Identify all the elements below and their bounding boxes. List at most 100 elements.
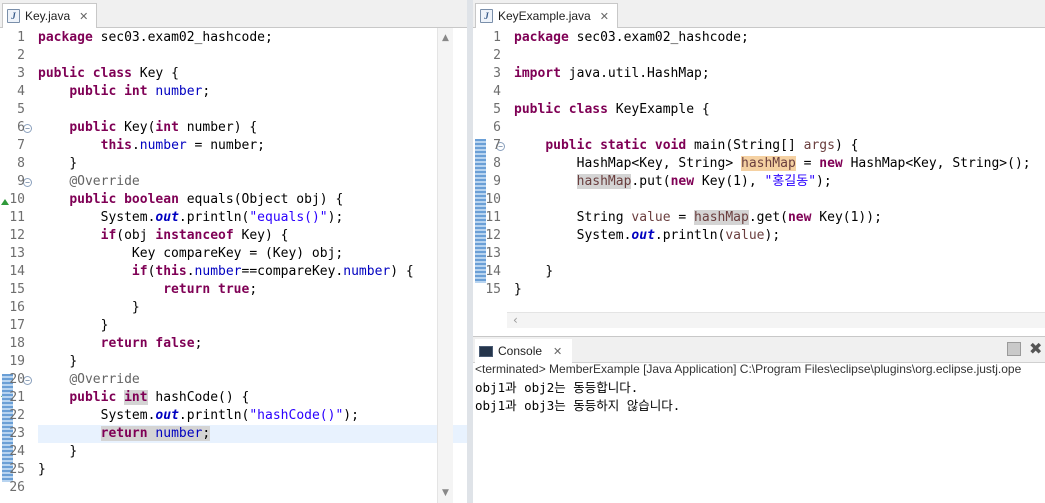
code-line: hashMap.put(new Key(1), "홍길동"); <box>576 174 832 189</box>
line-number: 10 <box>9 192 25 207</box>
right-editor-tabbar: J KeyExample.java ✕ <box>473 0 1045 28</box>
close-tab-icon[interactable]: ✕ <box>553 345 562 358</box>
vertical-scrollbar[interactable]: ▲ ▼ <box>437 28 453 503</box>
code-line: } <box>100 318 109 333</box>
tab-label: Key.java <box>25 9 71 23</box>
line-number: 7 <box>17 138 25 153</box>
console-status: <terminated> MemberExample [Java Applica… <box>475 362 1022 376</box>
console-tabbar: Console ✕ ✖ <box>473 337 1045 363</box>
key-java-code-editor[interactable]: − − − 1 2 3 4 5 6 7 8 9 10 11 12 13 14 15 16 17 18 19 20 21 2… <box>0 28 467 503</box>
key-java-code: package sec03.exam02_hashcode; public cl… <box>38 28 467 503</box>
code-line: HashMap<Key, String> hashMap = new HashM… <box>576 156 1031 171</box>
line-number: 10 <box>485 192 501 207</box>
line-number: 24 <box>9 444 25 459</box>
close-tab-icon[interactable]: ✕ <box>600 10 609 23</box>
tab-console[interactable]: Console ✕ <box>475 339 573 363</box>
code-line: package sec03.exam02_hashcode; <box>514 30 749 45</box>
line-number: 12 <box>9 228 25 243</box>
code-line: public class KeyExample { <box>514 102 710 117</box>
scroll-up-icon[interactable]: ▲ <box>442 33 449 43</box>
console-tab-label: Console <box>498 344 543 358</box>
keyexample-java-code-editor[interactable]: − 1 2 3 4 5 6 7 8 9 10 11 12 13 14 15 package sec03.ex… <box>473 28 1045 336</box>
java-file-icon: J <box>7 9 20 23</box>
code-line: } <box>69 354 78 369</box>
code-line: @Override <box>69 174 140 189</box>
code-line: } <box>545 264 554 279</box>
line-number: 8 <box>17 156 25 171</box>
line-number: 14 <box>485 264 501 279</box>
line-number: 14 <box>9 264 25 279</box>
line-number: 13 <box>9 246 25 261</box>
key-java-editor-pane: J Key.java ✕ − − − 1 2 3 4 5 6 7 8 9 10 11 12 13 14 15… <box>0 0 467 503</box>
line-number: 15 <box>485 282 501 297</box>
line-number: 16 <box>9 300 25 315</box>
code-line: public class Key { <box>38 66 179 81</box>
code-line: } <box>69 156 78 171</box>
horizontal-scrollbar[interactable]: ‹ <box>507 312 1045 328</box>
code-line: String value = hashMap.get(new Key(1)); <box>576 210 882 225</box>
line-number: 15 <box>9 282 25 297</box>
line-number: 1 <box>17 30 25 45</box>
tab-label: KeyExample.java <box>498 9 591 23</box>
line-number: 1 <box>493 30 501 45</box>
console-view: Console ✕ ✖ <terminated> MemberExample [… <box>473 336 1045 503</box>
close-tab-icon[interactable]: ✕ <box>79 10 88 23</box>
java-file-icon: J <box>480 9 493 23</box>
line-number: 6 <box>493 120 501 135</box>
line-number: 8 <box>493 156 501 171</box>
code-line: public Key(int number) { <box>69 120 258 135</box>
line-number: 5 <box>493 102 501 117</box>
console-icon <box>479 345 493 357</box>
line-number: 4 <box>493 84 501 99</box>
console-output-line: obj1과 obj2는 동등합니다. <box>475 380 639 395</box>
code-line: } <box>38 462 46 477</box>
line-number: 2 <box>17 48 25 63</box>
line-number: 22 <box>9 408 25 423</box>
code-line: System.out.println(value); <box>576 228 781 243</box>
scroll-left-icon[interactable]: ‹ <box>513 313 518 327</box>
code-line: if(this.number==compareKey.number) { <box>131 264 414 279</box>
code-line: public int number; <box>69 84 211 99</box>
line-number: 17 <box>9 318 25 333</box>
keyexample-java-editor-pane: J KeyExample.java ✕ − 1 2 3 4 5 6 7 8 9 10 11 12 13 1… <box>473 0 1045 503</box>
line-number: 23 <box>9 426 25 441</box>
code-line: } <box>131 300 140 315</box>
code-line: package sec03.exam02_hashcode; <box>38 30 273 45</box>
code-line: return false; <box>100 336 203 351</box>
line-number: 3 <box>493 66 501 81</box>
code-line: return true; <box>163 282 258 297</box>
line-number: 2 <box>493 48 501 63</box>
keyexample-java-code: package sec03.exam02_hashcode; import ja… <box>514 28 1045 336</box>
line-number: 6 <box>17 120 25 135</box>
tab-key-java[interactable]: J Key.java ✕ <box>2 3 98 28</box>
line-number: 3 <box>17 66 25 81</box>
code-line: public static void main(String[] args) { <box>545 138 859 153</box>
code-line: System.out.println("hashCode()"); <box>100 408 359 423</box>
code-line: @Override <box>69 372 140 387</box>
line-number: 26 <box>9 480 25 495</box>
line-number: 9 <box>17 174 25 189</box>
tab-keyexample-java[interactable]: J KeyExample.java ✕ <box>475 3 618 28</box>
line-number: 13 <box>485 246 501 261</box>
code-line: } <box>514 282 522 297</box>
code-line: this.number = number; <box>100 138 266 153</box>
line-number: 7 <box>493 138 501 153</box>
code-line: import java.util.HashMap; <box>514 66 710 81</box>
code-line: Key compareKey = (Key) obj; <box>131 246 344 261</box>
current-code-line: return number; <box>38 425 467 443</box>
line-number: 19 <box>9 354 25 369</box>
line-number: 18 <box>9 336 25 351</box>
code-line: } <box>69 444 78 459</box>
line-number: 5 <box>17 102 25 117</box>
left-editor-tabbar: J Key.java ✕ <box>0 0 467 28</box>
console-output-line: obj1과 obj3는 동등하지 않습니다. <box>475 398 681 413</box>
terminate-icon[interactable] <box>1007 342 1021 356</box>
code-line: public int hashCode() { <box>69 390 250 405</box>
remove-launch-icon[interactable]: ✖ <box>1029 341 1043 357</box>
line-number: 11 <box>9 210 25 225</box>
code-line: if(obj instanceof Key) { <box>100 228 289 243</box>
line-number: 9 <box>493 174 501 189</box>
scroll-down-icon[interactable]: ▼ <box>442 488 449 498</box>
code-line: public boolean equals(Object obj) { <box>69 192 344 207</box>
line-number: 25 <box>9 462 25 477</box>
